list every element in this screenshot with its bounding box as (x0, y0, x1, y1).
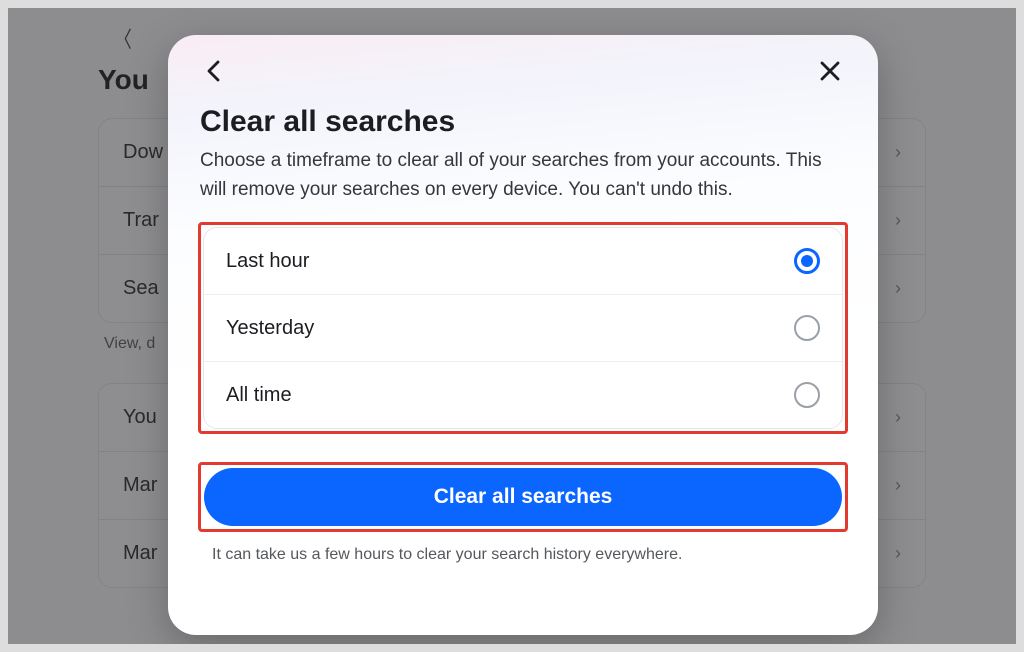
screenshot-frame (0, 0, 1024, 652)
